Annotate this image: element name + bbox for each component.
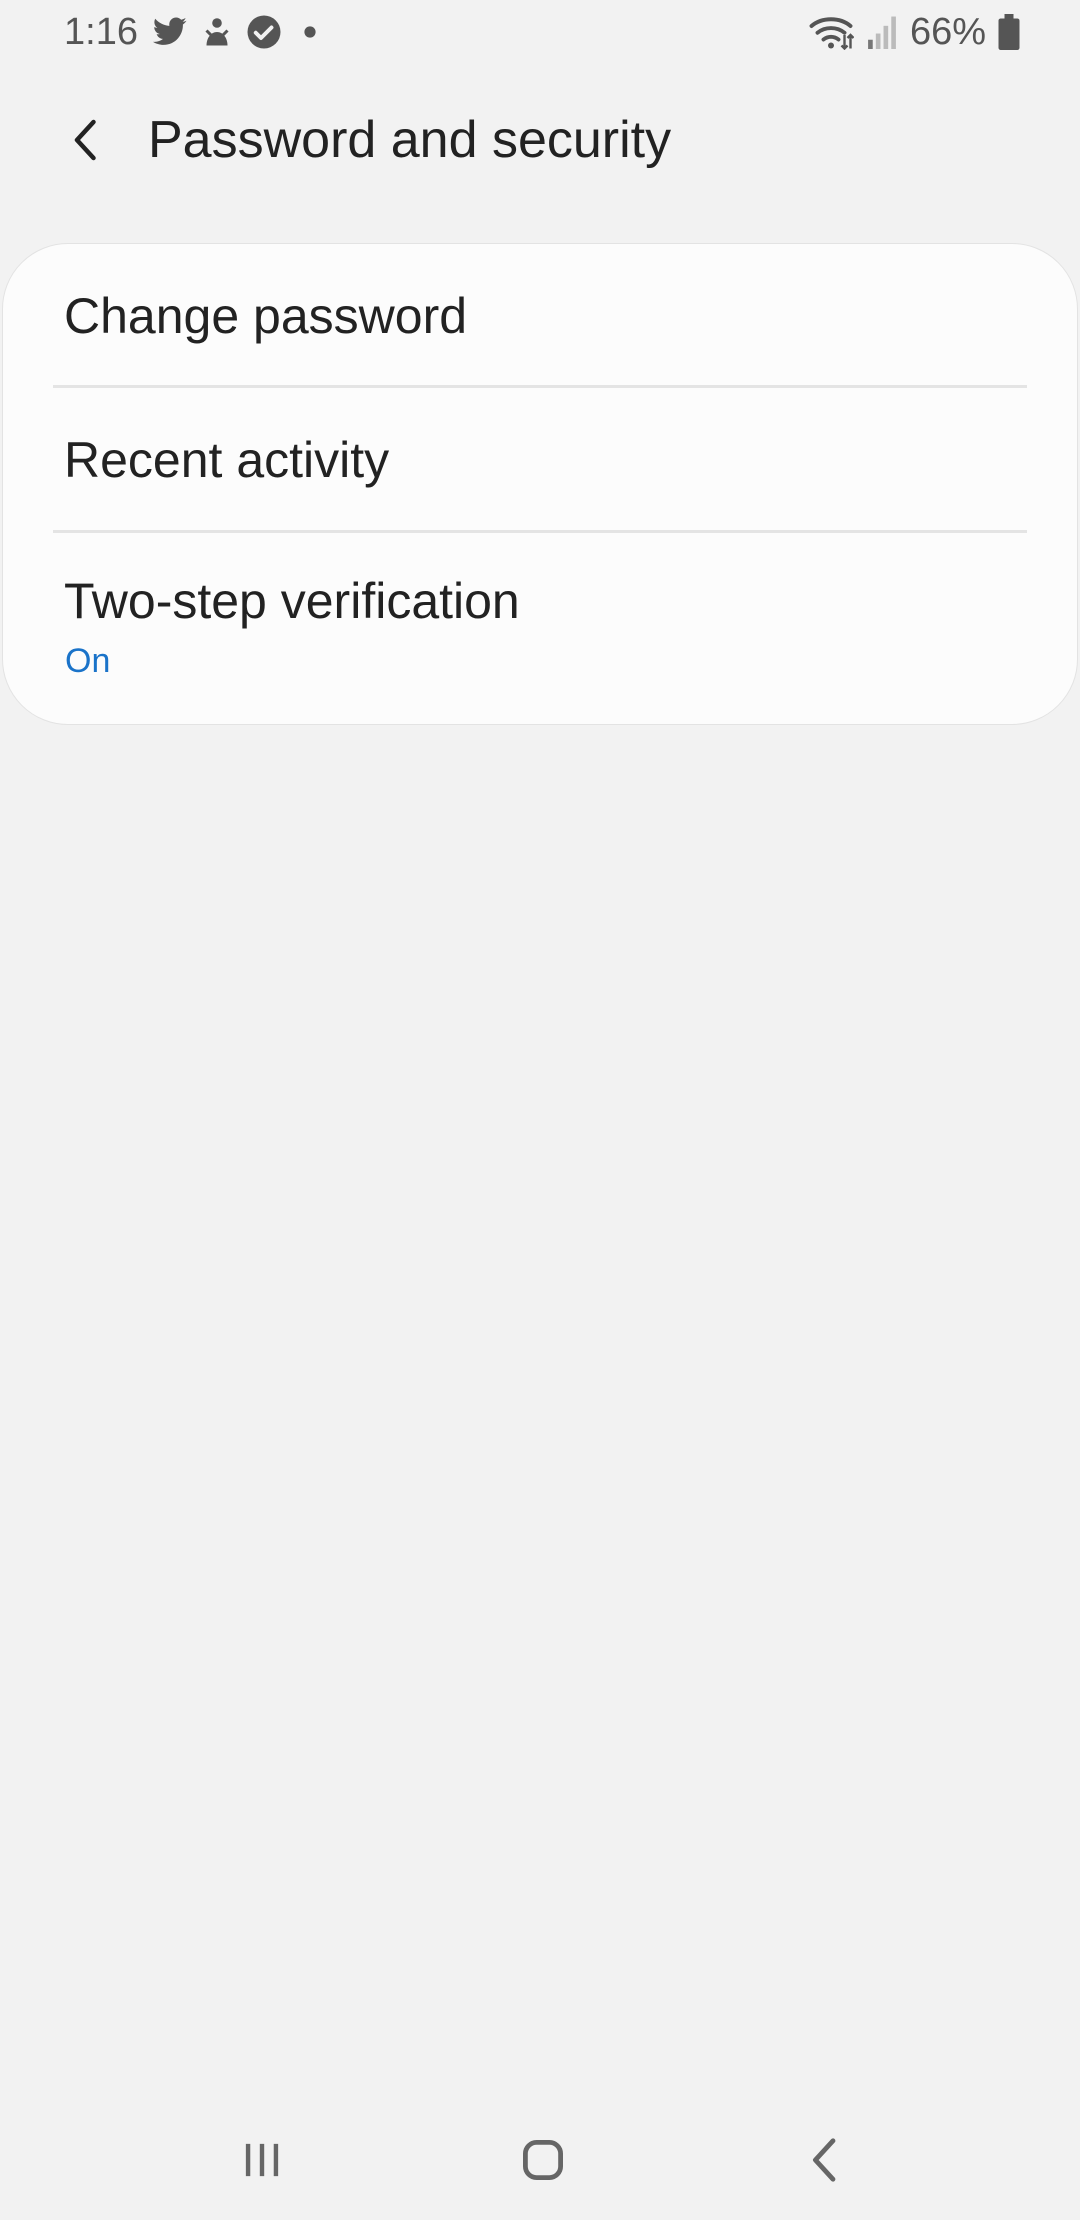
- dot-icon: [296, 18, 324, 46]
- screen: 1:16 66% Password and security Change pa…: [0, 0, 1080, 2220]
- recent-activity-item[interactable]: Recent activity: [3, 388, 1077, 532]
- recents-button[interactable]: [217, 2120, 307, 2200]
- notification-app-icon: [202, 15, 232, 49]
- back-icon: [813, 2138, 836, 2182]
- app-header: Password and security: [0, 96, 1080, 184]
- status-time: 1:16: [64, 10, 138, 53]
- nav-back-button[interactable]: [780, 2120, 870, 2200]
- check-circle-icon: [246, 14, 282, 50]
- recents-icon: [245, 2143, 279, 2177]
- change-password-label: Change password: [64, 288, 468, 344]
- home-button[interactable]: [498, 2120, 588, 2200]
- two-step-verification-label: Two-step verification: [64, 573, 520, 629]
- status-left: 1:16: [64, 8, 324, 56]
- chevron-left-icon: [74, 119, 96, 161]
- recent-activity-label: Recent activity: [64, 432, 390, 488]
- page-title: Password and security: [148, 111, 672, 169]
- back-button[interactable]: [56, 110, 116, 170]
- wifi-icon: [808, 14, 854, 50]
- system-nav-bar: [0, 2100, 1080, 2220]
- battery-percentage: 66%: [909, 10, 986, 53]
- signal-icon: [866, 15, 898, 49]
- two-step-verification-item[interactable]: Two-step verification On: [3, 533, 1077, 724]
- home-icon: [523, 2140, 563, 2180]
- two-step-verification-status: On: [65, 642, 111, 680]
- settings-card: Change password Recent activity Two-step…: [2, 243, 1078, 725]
- status-right: 66%: [808, 8, 1020, 56]
- status-bar: 1:16 66%: [0, 0, 1080, 64]
- change-password-item[interactable]: Change password: [3, 244, 1077, 388]
- battery-icon: [998, 14, 1020, 50]
- twitter-icon: [152, 16, 188, 48]
